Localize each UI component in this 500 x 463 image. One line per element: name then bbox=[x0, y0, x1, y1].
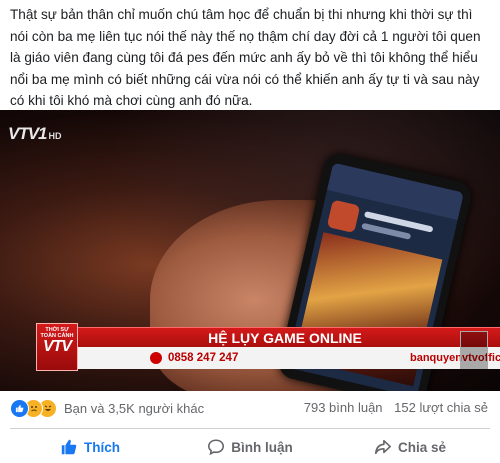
phone-icon bbox=[150, 352, 162, 364]
engagement-counts: 793 bình luận 152 lượt chia sẻ bbox=[304, 398, 488, 418]
comment-count[interactable]: 793 bình luận bbox=[304, 400, 383, 415]
share-count[interactable]: 152 lượt chia sẻ bbox=[394, 400, 488, 415]
reactions-text[interactable]: Bạn và 3,5K người khác bbox=[64, 401, 204, 416]
video-player[interactable]: VTV1 HD HỆ LỤY GAME ONLINE 0858 247 247 b… bbox=[0, 110, 500, 391]
lower-third: HỆ LỤY GAME ONLINE 0858 247 247 banquyen… bbox=[0, 323, 500, 373]
headline: HỆ LỤY GAME ONLINE bbox=[208, 330, 362, 346]
reactions-summary[interactable]: Bạn và 3,5K người khác bbox=[10, 398, 204, 418]
thumbs-up-icon bbox=[61, 439, 77, 455]
share-label: Chia sẻ bbox=[397, 439, 447, 455]
comment-label: Bình luận bbox=[231, 439, 293, 455]
sign-language-box bbox=[460, 331, 488, 369]
share-button[interactable]: Chia sẻ bbox=[330, 432, 490, 462]
program-logo: THỜI SỰ TOÀN CẢNH VTV bbox=[36, 323, 78, 371]
comment-icon bbox=[208, 439, 225, 456]
share-icon bbox=[374, 439, 391, 455]
headline-bar: HỆ LỤY GAME ONLINE bbox=[70, 327, 500, 348]
like-label: Thích bbox=[84, 439, 120, 455]
game-app-icon bbox=[326, 199, 361, 234]
action-bar: Thích Bình luận Chia sẻ bbox=[10, 432, 490, 462]
channel-logo: VTV1 HD bbox=[8, 124, 62, 143]
divider bbox=[10, 428, 490, 429]
like-button[interactable]: Thích bbox=[10, 432, 170, 462]
info-bar: 0858 247 247 banquyenvtvofficial@gmail.c… bbox=[70, 347, 500, 369]
like-reaction-icon bbox=[10, 398, 29, 418]
comment-button[interactable]: Bình luận bbox=[170, 432, 330, 462]
post-text: Thật sự bản thân chỉ muốn chú tâm học để… bbox=[10, 7, 481, 108]
hotline: 0858 247 247 bbox=[168, 352, 239, 364]
